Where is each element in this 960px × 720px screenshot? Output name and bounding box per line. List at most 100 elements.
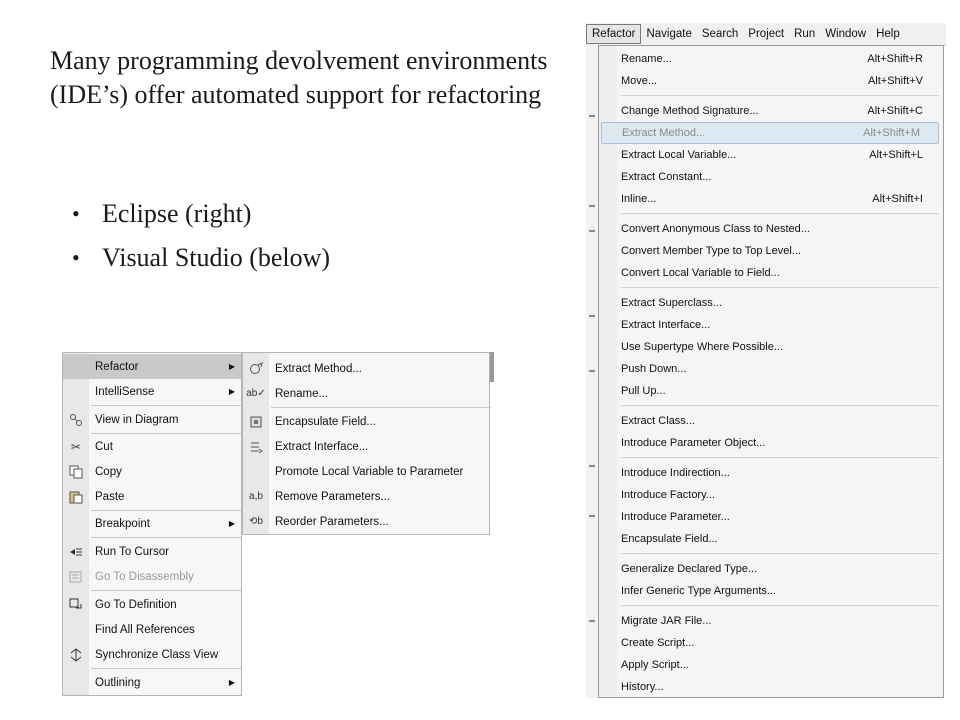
eclipse-item-encapsulate-field[interactable]: Encapsulate Field... xyxy=(599,528,943,550)
eclipse-item-introduce-factory[interactable]: Introduce Factory... xyxy=(599,484,943,506)
eclipse-item-introduce-indirection[interactable]: Introduce Indirection... xyxy=(599,462,943,484)
eclipse-item-label: Migrate JAR File... xyxy=(621,615,712,627)
eclipse-item-label: Extract Method... xyxy=(622,127,706,139)
eclipse-item-label: Convert Member Type to Top Level... xyxy=(621,245,801,257)
eclipse-item-inline[interactable]: Inline... Alt+Shift+I xyxy=(599,188,943,210)
eclipse-item-label: Extract Superclass... xyxy=(621,297,722,309)
vs-submenu-item-remove-parameters[interactable]: a,b Remove Parameters... xyxy=(243,484,489,509)
eclipse-item-change-method-signature[interactable]: Change Method Signature... Alt+Shift+C xyxy=(599,100,943,122)
eclipse-item-infer-generic-type[interactable]: Infer Generic Type Arguments... xyxy=(599,580,943,602)
eclipse-item-extract-interface[interactable]: Extract Interface... xyxy=(599,314,943,336)
copy-icon xyxy=(67,464,85,480)
eclipse-item-label: Inline... xyxy=(621,193,657,205)
eclipse-item-history[interactable]: History... xyxy=(599,676,943,698)
menubar-item-run[interactable]: Run xyxy=(789,25,820,43)
eclipse-item-label: Convert Local Variable to Field... xyxy=(621,267,780,279)
editor-marker xyxy=(589,315,595,317)
eclipse-item-extract-local-variable[interactable]: Extract Local Variable... Alt+Shift+L xyxy=(599,144,943,166)
vs-menu-item-cut[interactable]: ✂ Cut xyxy=(63,434,241,459)
eclipse-item-introduce-parameter[interactable]: Introduce Parameter... xyxy=(599,506,943,528)
eclipse-item-label: Change Method Signature... xyxy=(621,105,759,117)
eclipse-item-label: Introduce Parameter Object... xyxy=(621,437,766,449)
vs-submenu-item-extract-interface[interactable]: Extract Interface... xyxy=(243,434,489,459)
vs-menu-item-outlining[interactable]: Outlining ▶ xyxy=(63,670,241,695)
eclipse-item-rename[interactable]: Rename... Alt+Shift+R xyxy=(599,48,943,70)
eclipse-item-extract-method[interactable]: Extract Method... Alt+Shift+M xyxy=(601,122,939,144)
eclipse-item-label: Generalize Declared Type... xyxy=(621,563,758,575)
vs-menu-item-refactor[interactable]: Refactor ▶ xyxy=(63,354,241,379)
eclipse-item-use-supertype[interactable]: Use Supertype Where Possible... xyxy=(599,336,943,358)
visual-studio-context-menu: Refactor ▶ IntelliSense ▶ View in Diagra… xyxy=(62,352,494,696)
vs-submenu-item-label: Extract Interface... xyxy=(275,440,369,453)
vs-menu-item-intellisense[interactable]: IntelliSense ▶ xyxy=(63,379,241,404)
submenu-arrow-icon: ▶ xyxy=(228,678,235,687)
vs-submenu-item-reorder-parameters[interactable]: ⟲b Reorder Parameters... xyxy=(243,509,489,534)
vs-menu-item-view-in-diagram[interactable]: View in Diagram xyxy=(63,407,241,432)
submenu-arrow-icon: ▶ xyxy=(228,362,235,371)
eclipse-item-shortcut: Alt+Shift+M xyxy=(863,127,920,139)
eclipse-item-extract-class[interactable]: Extract Class... xyxy=(599,410,943,432)
reorder-parameters-icon: ⟲b xyxy=(249,516,263,527)
vs-menu-item-copy[interactable]: Copy xyxy=(63,459,241,484)
eclipse-item-convert-local-variable[interactable]: Convert Local Variable to Field... xyxy=(599,262,943,284)
vs-menu-item-find-all-references[interactable]: Find All References xyxy=(63,617,241,642)
eclipse-item-label: Extract Constant... xyxy=(621,171,712,183)
vs-main-menu: Refactor ▶ IntelliSense ▶ View in Diagra… xyxy=(62,352,242,696)
vs-menu-item-synchronize-class-view[interactable]: Synchronize Class View xyxy=(63,642,241,667)
menubar-item-project[interactable]: Project xyxy=(743,25,789,43)
menubar-item-refactor[interactable]: Refactor xyxy=(586,24,642,44)
eclipse-item-shortcut: Alt+Shift+L xyxy=(869,149,923,161)
eclipse-menubar: Refactor Navigate Search Project Run Win… xyxy=(586,23,946,46)
vs-menu-item-label: Copy xyxy=(95,465,122,478)
eclipse-item-shortcut: Alt+Shift+V xyxy=(867,75,923,87)
menubar-item-search[interactable]: Search xyxy=(697,25,743,43)
vs-submenu-item-encapsulate-field[interactable]: Encapsulate Field... xyxy=(243,409,489,434)
eclipse-item-pull-up[interactable]: Pull Up... xyxy=(599,380,943,402)
vs-menu-separator xyxy=(91,668,241,669)
vs-window-edge xyxy=(490,352,494,382)
eclipse-item-label: Apply Script... xyxy=(621,659,689,671)
eclipse-menu-separator xyxy=(621,405,939,406)
eclipse-item-label: Push Down... xyxy=(621,363,687,375)
eclipse-item-label: Introduce Parameter... xyxy=(621,511,730,523)
eclipse-item-introduce-parameter-object[interactable]: Introduce Parameter Object... xyxy=(599,432,943,454)
vs-menu-item-go-to-definition[interactable]: Go To Definition xyxy=(63,592,241,617)
vs-menu-item-go-to-disassembly[interactable]: Go To Disassembly xyxy=(63,564,241,589)
eclipse-item-migrate-jar-file[interactable]: Migrate JAR File... xyxy=(599,610,943,632)
eclipse-item-label: Rename... xyxy=(621,53,672,65)
menubar-item-navigate[interactable]: Navigate xyxy=(641,25,696,43)
eclipse-item-label: Move... xyxy=(621,75,658,87)
eclipse-item-apply-script[interactable]: Apply Script... xyxy=(599,654,943,676)
eclipse-item-convert-member-type[interactable]: Convert Member Type to Top Level... xyxy=(599,240,943,262)
vs-submenu-item-rename[interactable]: ab✓ Rename... xyxy=(243,381,489,406)
vs-menu-item-label: Find All References xyxy=(95,623,195,636)
vs-submenu-item-label: Rename... xyxy=(275,387,329,400)
eclipse-item-label: Introduce Indirection... xyxy=(621,467,730,479)
eclipse-item-extract-constant[interactable]: Extract Constant... xyxy=(599,166,943,188)
menubar-item-window[interactable]: Window xyxy=(820,25,871,43)
editor-marker xyxy=(589,205,595,207)
eclipse-item-create-script[interactable]: Create Script... xyxy=(599,632,943,654)
eclipse-refactor-menu: Refactor Navigate Search Project Run Win… xyxy=(586,23,946,698)
eclipse-item-move[interactable]: Move... Alt+Shift+V xyxy=(599,70,943,92)
eclipse-item-label: Use Supertype Where Possible... xyxy=(621,341,784,353)
vs-submenu-item-promote-local-variable[interactable]: Promote Local Variable to Parameter xyxy=(243,459,489,484)
eclipse-item-label: Encapsulate Field... xyxy=(621,533,718,545)
vs-menu-item-paste[interactable]: Paste xyxy=(63,484,241,509)
eclipse-item-push-down[interactable]: Push Down... xyxy=(599,358,943,380)
bullet-dot: • xyxy=(72,201,80,226)
menubar-item-help[interactable]: Help xyxy=(871,25,905,43)
bullet-item: • Visual Studio (below) xyxy=(72,236,330,280)
eclipse-item-generalize-declared-type[interactable]: Generalize Declared Type... xyxy=(599,558,943,580)
rename-icon: ab✓ xyxy=(246,388,266,399)
vs-menu-item-label: View in Diagram xyxy=(95,413,179,426)
submenu-arrow-icon: ▶ xyxy=(228,519,235,528)
vs-menu-item-breakpoint[interactable]: Breakpoint ▶ xyxy=(63,511,241,536)
eclipse-menu-separator xyxy=(621,553,939,554)
vs-submenu-item-extract-method[interactable]: Extract Method... xyxy=(243,356,489,381)
eclipse-item-convert-anonymous-class[interactable]: Convert Anonymous Class to Nested... xyxy=(599,218,943,240)
eclipse-item-extract-superclass[interactable]: Extract Superclass... xyxy=(599,292,943,314)
eclipse-menu-separator xyxy=(621,95,939,96)
vs-menu-item-run-to-cursor[interactable]: Run To Cursor xyxy=(63,539,241,564)
vs-menu-item-label: IntelliSense xyxy=(95,385,155,398)
